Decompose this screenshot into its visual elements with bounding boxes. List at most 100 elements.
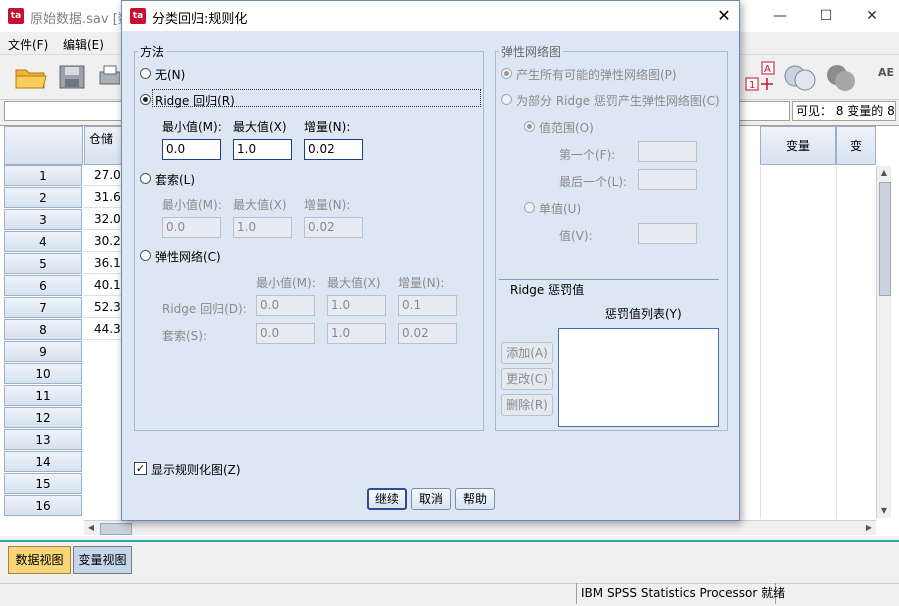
first-input[interactable] (638, 141, 697, 162)
row-number[interactable]: 1 (4, 165, 82, 186)
range-radio[interactable] (524, 121, 535, 132)
last-input[interactable] (638, 169, 697, 190)
maximize-button[interactable]: ☐ (803, 0, 849, 32)
table-cell[interactable]: 32.0 (84, 209, 122, 230)
table-cell[interactable]: 30.2 (84, 231, 122, 252)
elastic-lasso-inc-input[interactable]: 0.02 (398, 323, 457, 344)
row-number[interactable]: 13 (4, 429, 82, 450)
value-labels-icon[interactable]: A1 (745, 60, 777, 94)
tab-data-view[interactable]: 数据视图 (8, 546, 71, 574)
show-all-variables-icon[interactable] (825, 62, 861, 94)
elastic-lasso-min-input[interactable]: 0.0 (256, 323, 315, 344)
value-input[interactable] (638, 223, 697, 244)
ridge-inc-input[interactable]: 0.02 (304, 139, 363, 160)
elastic-net-radio-label[interactable]: 弹性网络(C) (155, 248, 221, 265)
column-header-first[interactable]: 仓储 (84, 126, 122, 165)
svg-text:A: A (764, 64, 771, 75)
row-number[interactable]: 6 (4, 275, 82, 296)
range-label[interactable]: 值范围(O) (539, 119, 594, 136)
some-plots-label[interactable]: 为部分 Ridge 惩罚产生弹性网络图(C) (516, 92, 720, 109)
all-plots-radio[interactable] (501, 68, 512, 79)
grid-corner[interactable] (4, 126, 83, 165)
row-number[interactable]: 9 (4, 341, 82, 362)
some-plots-radio[interactable] (501, 94, 512, 105)
column-header-var2[interactable]: 变 (836, 126, 876, 165)
main-window-title: 原始数据.sav [数 (30, 12, 131, 27)
save-icon[interactable] (58, 64, 86, 90)
lasso-radio-label[interactable]: 套索(L) (155, 171, 195, 188)
ridge-max-input[interactable]: 1.0 (233, 139, 292, 160)
table-cell[interactable]: 36.1 (84, 253, 122, 274)
lasso-min-input[interactable]: 0.0 (162, 217, 221, 238)
ridge-min-input[interactable]: 0.0 (162, 139, 221, 160)
single-value-label[interactable]: 单值(U) (539, 200, 581, 217)
help-button[interactable]: 帮助 (455, 488, 495, 510)
table-cell[interactable]: 52.3 (84, 297, 122, 318)
elastic-ridge-inc-input[interactable]: 0.1 (398, 295, 457, 316)
row-number[interactable]: 15 (4, 473, 82, 494)
scroll-right-icon[interactable]: ▶ (862, 521, 876, 535)
scroll-left-icon[interactable]: ◀ (84, 521, 98, 535)
scroll-up-icon[interactable]: ▲ (878, 166, 890, 180)
table-cell[interactable]: 31.6 (84, 187, 122, 208)
row-number[interactable]: 4 (4, 231, 82, 252)
use-variable-sets-icon[interactable] (783, 62, 819, 94)
show-plot-checkbox[interactable]: ✓ (134, 462, 147, 475)
row-number[interactable]: 11 (4, 385, 82, 406)
spell-check-icon[interactable]: AE (878, 66, 899, 88)
menu-file[interactable]: 文件(F) (8, 36, 48, 53)
elastic-ridge-min-input[interactable]: 0.0 (256, 295, 315, 316)
none-radio[interactable] (140, 68, 151, 79)
row-number[interactable]: 10 (4, 363, 82, 384)
ridge-radio-label[interactable]: Ridge 回归(R) (155, 92, 235, 109)
show-plot-label[interactable]: 显示规则化图(Z) (151, 461, 241, 478)
tab-variable-view[interactable]: 变量视图 (73, 546, 132, 574)
row-number[interactable]: 2 (4, 187, 82, 208)
remove-button[interactable]: 删除(R) (501, 394, 553, 416)
scroll-down-icon[interactable]: ▼ (878, 504, 890, 518)
elastic-ridge-max-input[interactable]: 1.0 (327, 295, 386, 316)
row-number[interactable]: 3 (4, 209, 82, 230)
ridge-radio[interactable] (140, 94, 151, 105)
dialog-close-button[interactable]: ✕ (708, 1, 740, 31)
last-label: 最后一个(L): (559, 175, 628, 189)
change-button[interactable]: 更改(C) (501, 368, 553, 390)
continue-button[interactable]: 继续 (367, 488, 407, 510)
open-folder-icon[interactable] (14, 64, 48, 90)
lasso-min-label: 最小值(M): (162, 198, 222, 212)
row-number[interactable]: 5 (4, 253, 82, 274)
row-number[interactable]: 7 (4, 297, 82, 318)
ridge-penalty-divider (499, 279, 719, 280)
row-number[interactable]: 16 (4, 495, 82, 516)
table-cell[interactable]: 27.0 (84, 165, 122, 186)
all-plots-label[interactable]: 产生所有可能的弹性网络图(P) (516, 66, 677, 83)
add-button[interactable]: 添加(A) (501, 342, 553, 364)
table-cell[interactable]: 44.3 (84, 319, 122, 340)
row-number[interactable]: 14 (4, 451, 82, 472)
horizontal-scroll-thumb[interactable] (100, 523, 132, 535)
elastic-min-label: 最小值(M): (256, 276, 316, 290)
menu-edit[interactable]: 编辑(E) (63, 36, 104, 53)
close-window-button[interactable]: ✕ (849, 0, 895, 32)
elastic-inc-label: 增量(N): (398, 276, 445, 290)
first-label: 第一个(F): (559, 148, 616, 162)
vertical-scroll-thumb[interactable] (879, 182, 891, 296)
minimize-button[interactable]: — (757, 0, 803, 32)
lasso-max-input[interactable]: 1.0 (233, 217, 292, 238)
elastic-net-radio[interactable] (140, 250, 151, 261)
none-radio-label[interactable]: 无(N) (155, 66, 185, 83)
print-icon[interactable] (98, 64, 121, 90)
lasso-inc-input[interactable]: 0.02 (304, 217, 363, 238)
elastic-lasso-max-input[interactable]: 1.0 (327, 323, 386, 344)
row-number[interactable]: 12 (4, 407, 82, 428)
vertical-scrollbar[interactable]: ▲ ▼ (876, 166, 891, 518)
penalty-list-box[interactable] (558, 328, 719, 427)
cancel-button[interactable]: 取消 (411, 488, 451, 510)
lasso-radio[interactable] (140, 173, 151, 184)
column-header-var[interactable]: 变量 (760, 126, 836, 165)
table-cell[interactable]: 40.1 (84, 275, 122, 296)
grid-line (760, 166, 761, 519)
single-value-radio[interactable] (524, 202, 535, 213)
horizontal-scrollbar[interactable]: ◀ ▶ (84, 520, 876, 535)
row-number[interactable]: 8 (4, 319, 82, 340)
